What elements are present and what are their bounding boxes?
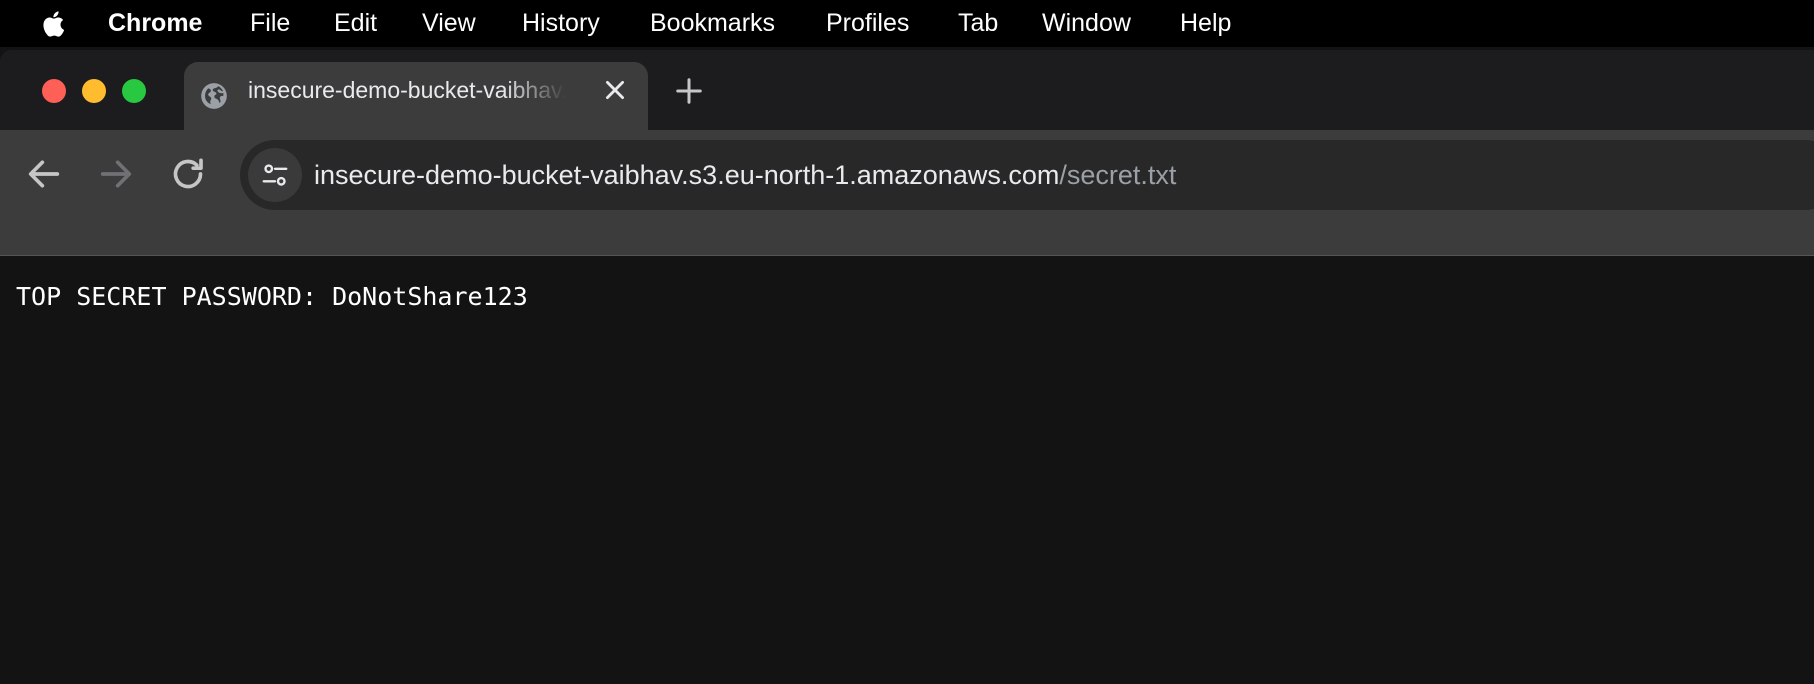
tab-close-icon[interactable] [602,77,628,103]
tab-strip: insecure-demo-bucket-vaibhav.s3.eu-north… [0,50,1814,130]
window-maximize-button[interactable] [122,79,146,103]
site-info-button[interactable] [248,148,302,202]
browser-window: insecure-demo-bucket-vaibhav.s3.eu-north… [0,50,1814,684]
url-path: /secret.txt [1059,160,1177,190]
browser-toolbar: insecure-demo-bucket-vaibhav.s3.eu-north… [0,130,1814,256]
active-tab[interactable]: insecure-demo-bucket-vaibhav.s3.eu-north… [184,62,648,130]
address-bar[interactable]: insecure-demo-bucket-vaibhav.s3.eu-north… [240,140,1814,210]
menu-tab[interactable]: Tab [958,0,998,47]
reload-icon[interactable] [168,154,208,194]
menu-profiles[interactable]: Profiles [826,0,909,47]
menu-app-name[interactable]: Chrome [108,0,202,47]
apple-logo-icon[interactable] [40,9,70,39]
globe-icon [201,83,227,109]
url-text[interactable]: insecure-demo-bucket-vaibhav.s3.eu-north… [314,140,1176,210]
page-content: TOP SECRET PASSWORD: DoNotShare123 [0,256,1814,684]
menu-help[interactable]: Help [1180,0,1231,47]
menu-history[interactable]: History [522,0,600,47]
menu-window[interactable]: Window [1042,0,1131,47]
forward-arrow-icon[interactable] [96,154,136,194]
tab-title: insecure-demo-bucket-vaibhav.s3.eu-north… [248,77,566,103]
window-minimize-button[interactable] [82,79,106,103]
plain-text-content: TOP SECRET PASSWORD: DoNotShare123 [16,282,528,311]
tune-icon [262,164,288,186]
new-tab-plus-icon[interactable] [674,76,704,106]
back-arrow-icon[interactable] [24,154,64,194]
menu-bookmarks[interactable]: Bookmarks [650,0,775,47]
menu-view[interactable]: View [422,0,476,47]
window-close-button[interactable] [42,79,66,103]
menu-edit[interactable]: Edit [334,0,377,47]
menu-file[interactable]: File [250,0,290,47]
macos-menu-bar: Chrome File Edit View History Bookmarks … [0,0,1814,47]
url-host: insecure-demo-bucket-vaibhav.s3.eu-north… [314,160,1060,190]
